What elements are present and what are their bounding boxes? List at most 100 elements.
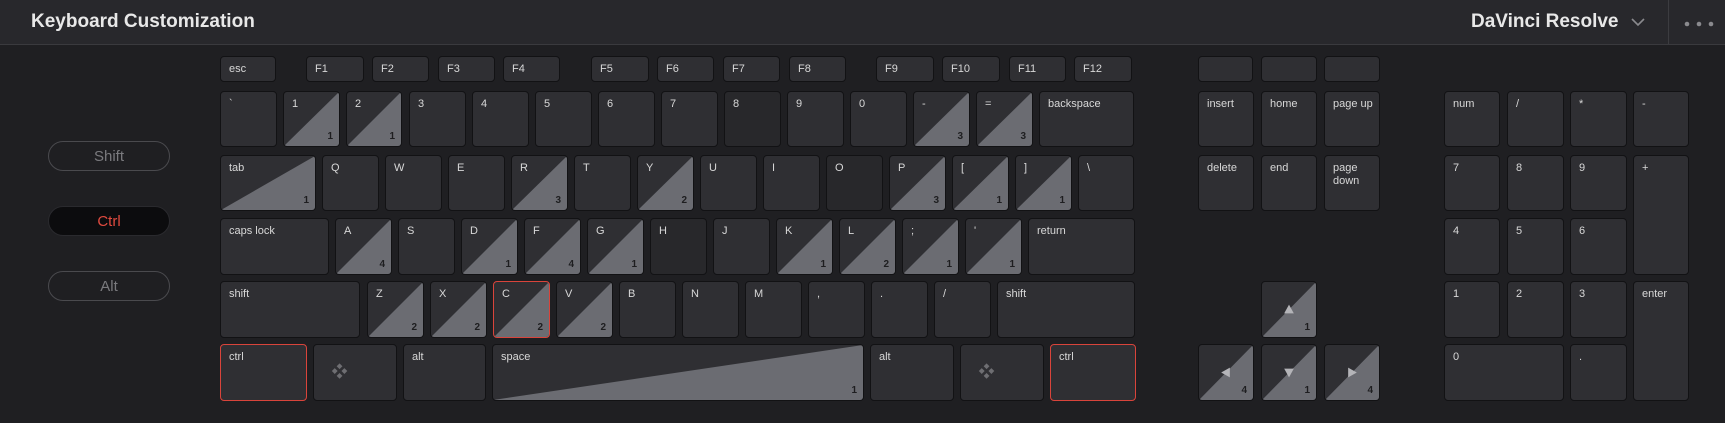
key-kp-dot[interactable]: . xyxy=(1570,344,1627,401)
key-backspace[interactable]: backspace xyxy=(1039,91,1134,147)
key-y[interactable]: 2Y xyxy=(637,155,694,211)
key-pageup[interactable]: page up xyxy=(1324,91,1380,147)
key-kp8[interactable]: 8 xyxy=(1507,155,1564,211)
key-n1[interactable]: 11 xyxy=(283,91,340,147)
key-f8[interactable]: F8 xyxy=(789,56,846,82)
key-caps[interactable]: caps lock xyxy=(220,218,329,275)
keyboard-preset-selector[interactable]: DaVinci Resolve xyxy=(1471,11,1619,33)
key-home[interactable]: home xyxy=(1261,91,1317,147)
key-lwin[interactable] xyxy=(313,344,397,401)
key-kp0[interactable]: 0 xyxy=(1444,344,1564,401)
key-f9[interactable]: F9 xyxy=(876,56,934,82)
key-kp5[interactable]: 5 xyxy=(1507,218,1564,275)
key-lshift[interactable]: shift xyxy=(220,281,360,338)
key-delete[interactable]: delete xyxy=(1198,155,1254,211)
key-semicolon[interactable]: 1; xyxy=(902,218,959,275)
key-tab[interactable]: 1 tab xyxy=(220,155,316,211)
ctrl-modifier-button[interactable]: Ctrl xyxy=(48,206,170,236)
chevron-down-icon[interactable] xyxy=(1630,14,1646,30)
key-backtick[interactable]: ` xyxy=(220,91,277,147)
key-kp1[interactable]: 1 xyxy=(1444,281,1500,338)
key-n5[interactable]: 5 xyxy=(535,91,592,147)
key-kp3[interactable]: 3 xyxy=(1570,281,1627,338)
key-rctrl[interactable]: ctrl xyxy=(1050,344,1136,401)
key-kp9[interactable]: 9 xyxy=(1570,155,1627,211)
key-k[interactable]: 1K xyxy=(776,218,833,275)
key-n7[interactable]: 7 xyxy=(661,91,718,147)
key-f[interactable]: 4F xyxy=(524,218,581,275)
key-c[interactable]: 2C xyxy=(493,281,550,338)
key-f12[interactable]: F12 xyxy=(1074,56,1132,82)
key-insert[interactable]: insert xyxy=(1198,91,1254,147)
key-equal[interactable]: 3 = xyxy=(976,91,1033,147)
key-space[interactable]: 1 space xyxy=(492,344,864,401)
key-f6[interactable]: F6 xyxy=(657,56,714,82)
key-period[interactable]: . xyxy=(871,281,928,338)
key-r[interactable]: 3R xyxy=(511,155,568,211)
key-kp-enter[interactable]: enter xyxy=(1633,281,1689,401)
key-blank1[interactable] xyxy=(1198,56,1253,82)
key-f1[interactable]: F1 xyxy=(306,56,364,82)
key-l[interactable]: 2L xyxy=(839,218,896,275)
key-right[interactable]: 4 xyxy=(1324,344,1380,401)
key-w[interactable]: W xyxy=(385,155,442,211)
key-t[interactable]: T xyxy=(574,155,631,211)
key-e[interactable]: E xyxy=(448,155,505,211)
key-n8[interactable]: 8 xyxy=(724,91,781,147)
key-n3[interactable]: 3 xyxy=(409,91,466,147)
key-rshift[interactable]: shift xyxy=(997,281,1135,338)
key-kp-minus[interactable]: - xyxy=(1633,91,1689,147)
key-b[interactable]: B xyxy=(619,281,676,338)
key-kp4[interactable]: 4 xyxy=(1444,218,1500,275)
key-blank3[interactable] xyxy=(1324,56,1380,82)
key-f4[interactable]: F4 xyxy=(503,56,560,82)
key-p[interactable]: 3P xyxy=(889,155,946,211)
key-comma[interactable]: , xyxy=(808,281,865,338)
key-left[interactable]: 4 xyxy=(1198,344,1254,401)
key-v[interactable]: 2V xyxy=(556,281,613,338)
key-q[interactable]: Q xyxy=(322,155,379,211)
key-blank2[interactable] xyxy=(1261,56,1317,82)
key-a[interactable]: 4A xyxy=(335,218,392,275)
key-f10[interactable]: F10 xyxy=(942,56,1000,82)
key-num[interactable]: num xyxy=(1444,91,1500,147)
key-n0[interactable]: 0 xyxy=(850,91,907,147)
key-n[interactable]: N xyxy=(682,281,739,338)
key-rbracket[interactable]: 1] xyxy=(1015,155,1072,211)
key-minus[interactable]: 3- xyxy=(913,91,970,147)
key-rwin[interactable] xyxy=(960,344,1044,401)
key-z[interactable]: 2Z xyxy=(367,281,424,338)
key-kp-div[interactable]: / xyxy=(1507,91,1564,147)
key-return[interactable]: return xyxy=(1028,218,1135,275)
key-s[interactable]: S xyxy=(398,218,455,275)
key-esc[interactable]: esc xyxy=(220,56,276,82)
key-f7[interactable]: F7 xyxy=(723,56,780,82)
key-g[interactable]: 1G xyxy=(587,218,644,275)
key-u[interactable]: U xyxy=(700,155,757,211)
key-quote[interactable]: 1 ' xyxy=(965,218,1022,275)
key-up[interactable]: 1 xyxy=(1261,281,1317,338)
key-ralt[interactable]: alt xyxy=(870,344,954,401)
key-kp7[interactable]: 7 xyxy=(1444,155,1500,211)
key-backslash[interactable]: \ xyxy=(1078,155,1134,211)
key-n9[interactable]: 9 xyxy=(787,91,844,147)
key-n4[interactable]: 4 xyxy=(472,91,529,147)
key-d[interactable]: 1D xyxy=(461,218,518,275)
key-n6[interactable]: 6 xyxy=(598,91,655,147)
key-kp-plus[interactable]: + xyxy=(1633,155,1689,275)
key-kp-mul[interactable]: * xyxy=(1570,91,1627,147)
key-f5[interactable]: F5 xyxy=(591,56,649,82)
key-i[interactable]: I xyxy=(763,155,820,211)
key-o[interactable]: O xyxy=(826,155,883,211)
key-j[interactable]: J xyxy=(713,218,770,275)
key-kp2[interactable]: 2 xyxy=(1507,281,1564,338)
key-kp6[interactable]: 6 xyxy=(1570,218,1627,275)
key-f3[interactable]: F3 xyxy=(438,56,495,82)
key-lbracket[interactable]: 1[ xyxy=(952,155,1009,211)
key-lctrl[interactable]: ctrl xyxy=(220,344,307,401)
key-down[interactable]: 1 xyxy=(1261,344,1317,401)
alt-modifier-button[interactable]: Alt xyxy=(48,271,170,301)
key-end[interactable]: end xyxy=(1261,155,1317,211)
key-h[interactable]: H xyxy=(650,218,707,275)
key-m[interactable]: M xyxy=(745,281,802,338)
